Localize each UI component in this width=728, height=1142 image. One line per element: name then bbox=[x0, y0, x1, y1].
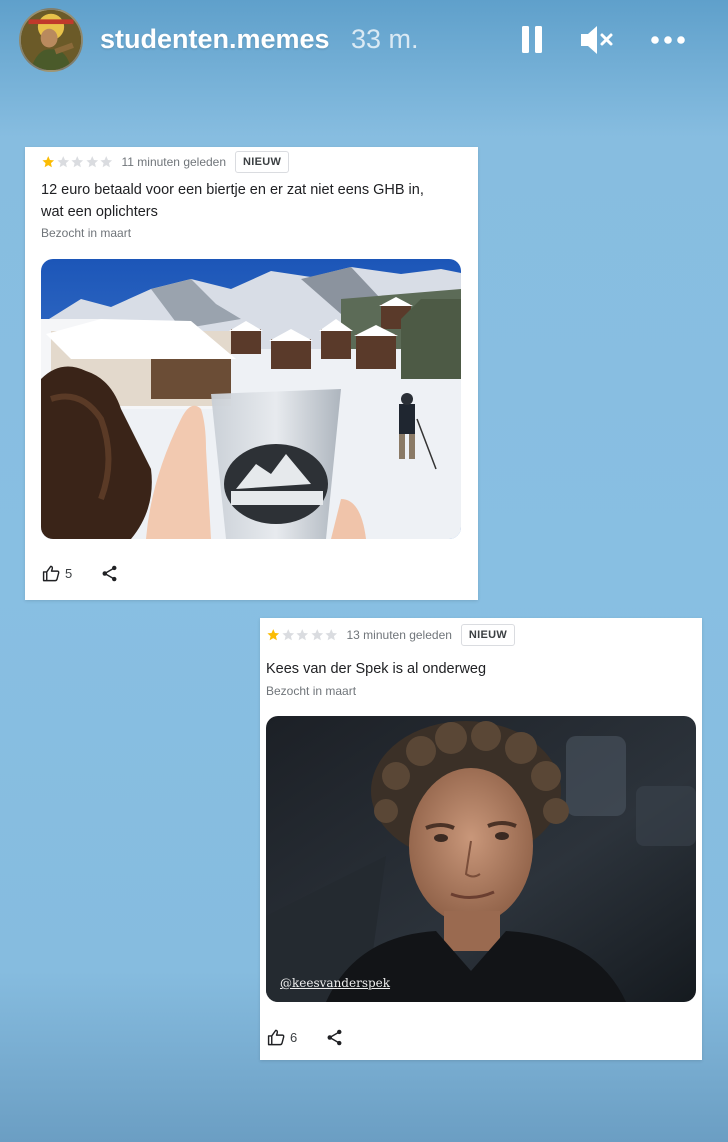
more-dots-icon[interactable] bbox=[650, 22, 686, 58]
new-badge: NIEUW bbox=[235, 151, 290, 173]
review-text-line: Kees van der Spek is al onderweg bbox=[266, 661, 487, 677]
star-rating bbox=[41, 155, 114, 169]
pause-icon[interactable] bbox=[514, 22, 550, 58]
star-rating bbox=[266, 628, 339, 642]
profile-avatar[interactable] bbox=[19, 8, 83, 72]
star-empty-icon bbox=[71, 156, 84, 168]
portrait-photo[interactable]: @keesvanderspek bbox=[266, 716, 696, 1002]
review-age: 13 minuten geleden bbox=[346, 628, 452, 642]
review-text: 12 euro betaald voor een biertje en er z… bbox=[41, 179, 424, 223]
star-empty-icon bbox=[281, 629, 294, 641]
review-text: Kees van der Spek is al onderweg bbox=[266, 658, 486, 680]
ski-resort-shot-glass-photo[interactable] bbox=[41, 259, 461, 539]
star-empty-icon bbox=[310, 629, 323, 641]
like-button[interactable]: 5 bbox=[42, 564, 72, 583]
speaker-muted-icon[interactable] bbox=[578, 22, 614, 58]
review-actions: 5 bbox=[42, 564, 119, 583]
review-header: 11 minuten geleden NIEUW bbox=[41, 150, 290, 174]
review-text-line: 12 euro betaald voor een biertje en er z… bbox=[41, 182, 424, 198]
star-empty-icon bbox=[325, 629, 338, 641]
review-text-line: wat een oplichters bbox=[41, 204, 158, 220]
like-count: 5 bbox=[65, 566, 73, 581]
thumbs-up-icon bbox=[42, 565, 60, 582]
like-count: 6 bbox=[290, 1030, 298, 1045]
star-empty-icon bbox=[100, 156, 113, 168]
review-header: 13 minuten geleden NIEUW bbox=[266, 623, 516, 647]
star-empty-icon bbox=[296, 629, 309, 641]
visited-date: Bezocht in maart bbox=[41, 226, 132, 240]
star-empty-icon bbox=[85, 156, 98, 168]
photo-watermark: @keesvanderspek bbox=[280, 976, 391, 990]
like-button[interactable]: 6 bbox=[267, 1028, 297, 1047]
review-card: 13 minuten geleden NIEUW Kees van der Sp… bbox=[260, 618, 702, 1060]
review-actions: 6 bbox=[267, 1028, 344, 1047]
star-filled-icon bbox=[42, 156, 55, 168]
new-badge: NIEUW bbox=[460, 624, 516, 646]
share-icon[interactable] bbox=[100, 564, 119, 583]
review-age: 11 minuten geleden bbox=[121, 155, 227, 169]
share-icon[interactable] bbox=[325, 1028, 344, 1047]
story-username[interactable]: studenten.memes bbox=[100, 24, 330, 55]
review-card: 11 minuten geleden NIEUW 12 euro betaald… bbox=[25, 147, 478, 600]
visited-date: Bezocht in maart bbox=[266, 684, 357, 698]
thumbs-up-icon bbox=[267, 1029, 285, 1046]
story-header: studenten.memes 33 m. bbox=[0, 0, 728, 82]
star-filled-icon bbox=[267, 629, 280, 641]
story-time-ago: 33 m. bbox=[351, 24, 419, 54]
star-empty-icon bbox=[56, 156, 69, 168]
